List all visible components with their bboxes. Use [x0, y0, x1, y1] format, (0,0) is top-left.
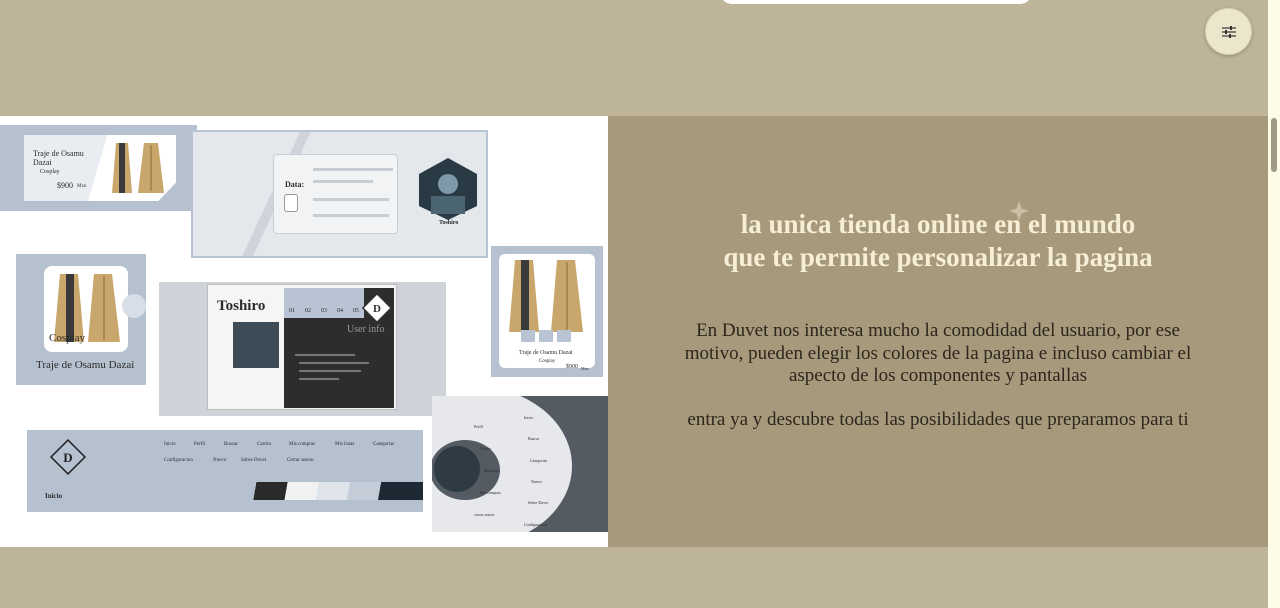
- search-bar-edge[interactable]: [720, 0, 1032, 4]
- customize-settings-button[interactable]: [1205, 8, 1252, 55]
- nav-link-buscar[interactable]: Buscar: [224, 442, 238, 447]
- trench-coat-image: [509, 260, 583, 332]
- product-category: Cosplay: [40, 169, 60, 175]
- trench-coat-image: [112, 143, 164, 193]
- tab-04[interactable]: 04: [337, 308, 343, 314]
- tab-01[interactable]: 01: [289, 308, 295, 314]
- nav-link-mis-compras[interactable]: Mis compras: [289, 442, 315, 447]
- headline-line-1: la unica tienda online en el mundo: [740, 209, 1136, 239]
- hero-section: Traje de Osamu Dazai Cosplay $900 Mxn Da…: [0, 116, 1268, 547]
- svg-text:D: D: [63, 450, 72, 465]
- product-card-preview-2: Cosplay Traje de Osamu Dazai: [16, 254, 146, 385]
- radial-left-perfil[interactable]: Perfil: [474, 424, 483, 429]
- radial-right-sobre-duvet[interactable]: Sobre Duvet: [528, 500, 548, 505]
- headline-line-2: que te permite personalizar la pagina: [723, 242, 1153, 272]
- promo-headline: la unica tienda online en el mundo que t…: [608, 208, 1268, 274]
- radial-menu-preview: Perfil Carrito Mis listas Mis compras ce…: [432, 396, 608, 532]
- nav-link-configuracion[interactable]: Configuracion: [164, 458, 193, 463]
- nav-link-perfil[interactable]: Perfil: [194, 442, 205, 447]
- data-label: Data:: [285, 180, 305, 189]
- profile-tabs: 01 02 03 04 05: [284, 308, 364, 314]
- nav-link-nuevo[interactable]: Nuevo: [213, 458, 226, 463]
- scrollbar[interactable]: [1268, 0, 1280, 608]
- radial-left-carrito[interactable]: Carrito: [480, 446, 491, 451]
- profile-hexagon-image: [419, 158, 477, 220]
- radial-right-inicio[interactable]: Inicio: [524, 415, 533, 420]
- duvet-logo-icon: D: [49, 438, 87, 476]
- product-category: Cosplay: [49, 332, 86, 344]
- radial-left-cerrar-sesion[interactable]: cerrar sesion: [474, 512, 494, 517]
- product-name: Traje de Osamu Dazai: [519, 350, 573, 356]
- nav-link-cerrar-sesion[interactable]: Cerrar sesion: [287, 458, 314, 463]
- promo-description: En Duvet nos interesa mucho la comodidad…: [684, 320, 1192, 386]
- scrollbar-thumb[interactable]: [1271, 118, 1277, 172]
- sparkle-icon: [1009, 201, 1029, 221]
- nav-link-carrito[interactable]: Carrito: [257, 442, 271, 447]
- promo-call-to-action: entra ya y descubre todas las posibilida…: [687, 409, 1189, 430]
- product-category: Cosplay: [539, 359, 556, 364]
- nav-link-categorias[interactable]: Categorias: [373, 442, 394, 447]
- tab-05[interactable]: 05: [353, 308, 359, 314]
- tab-03[interactable]: 03: [321, 308, 327, 314]
- duvet-logo-icon: D: [361, 292, 393, 324]
- sliders-icon: [1221, 25, 1236, 38]
- profile-name: Toshiro: [439, 220, 459, 226]
- radial-right-buscar[interactable]: Buscar: [528, 436, 539, 441]
- promo-panel: la unica tienda online en el mundo que t…: [608, 116, 1268, 547]
- profile-panel-preview: Toshiro 01 02 03 04 05 D User info: [159, 282, 446, 416]
- product-currency: Mxn: [77, 184, 87, 189]
- product-price: $900: [566, 364, 578, 370]
- radial-right-nuevo[interactable]: Nuevo: [531, 479, 542, 484]
- ui-preview-collage: Traje de Osamu Dazai Cosplay $900 Mxn Da…: [0, 116, 608, 547]
- radial-right-configuracion[interactable]: Configuracion: [524, 522, 547, 527]
- product-card-preview-3: Traje de Osamu Dazai Cosplay $900 Mxn: [491, 246, 603, 377]
- product-name: Traje de Osamu Dazai: [33, 149, 84, 167]
- svg-text:D: D: [373, 303, 381, 315]
- profile-name: Toshiro: [217, 298, 266, 314]
- radial-left-mis-compras[interactable]: Mis compras: [480, 490, 501, 495]
- user-data-panel-preview: Data: Toshiro: [191, 130, 488, 258]
- nav-link-sobre-duvet[interactable]: Sobre Duvet: [241, 458, 266, 463]
- user-info-label: User info: [347, 324, 385, 335]
- nav-link-inicio[interactable]: Inicio: [164, 442, 176, 447]
- radial-left-mis-listas[interactable]: Mis listas: [484, 468, 499, 473]
- product-price: $900: [57, 181, 73, 190]
- product-card-preview-1: Traje de Osamu Dazai Cosplay $900 Mxn: [0, 125, 197, 211]
- nav-current-page: Inicio: [45, 492, 63, 500]
- tab-02[interactable]: 02: [305, 308, 311, 314]
- navigation-panel-preview: D Inicio Perfil Buscar Carrito Mis compr…: [27, 430, 423, 512]
- radial-right-categorias[interactable]: Categorias: [530, 458, 547, 463]
- product-name: Traje de Osamu Dazai: [36, 359, 135, 371]
- nav-link-mis-listas[interactable]: Mis listas: [335, 442, 354, 447]
- product-currency: Mxn: [581, 366, 589, 371]
